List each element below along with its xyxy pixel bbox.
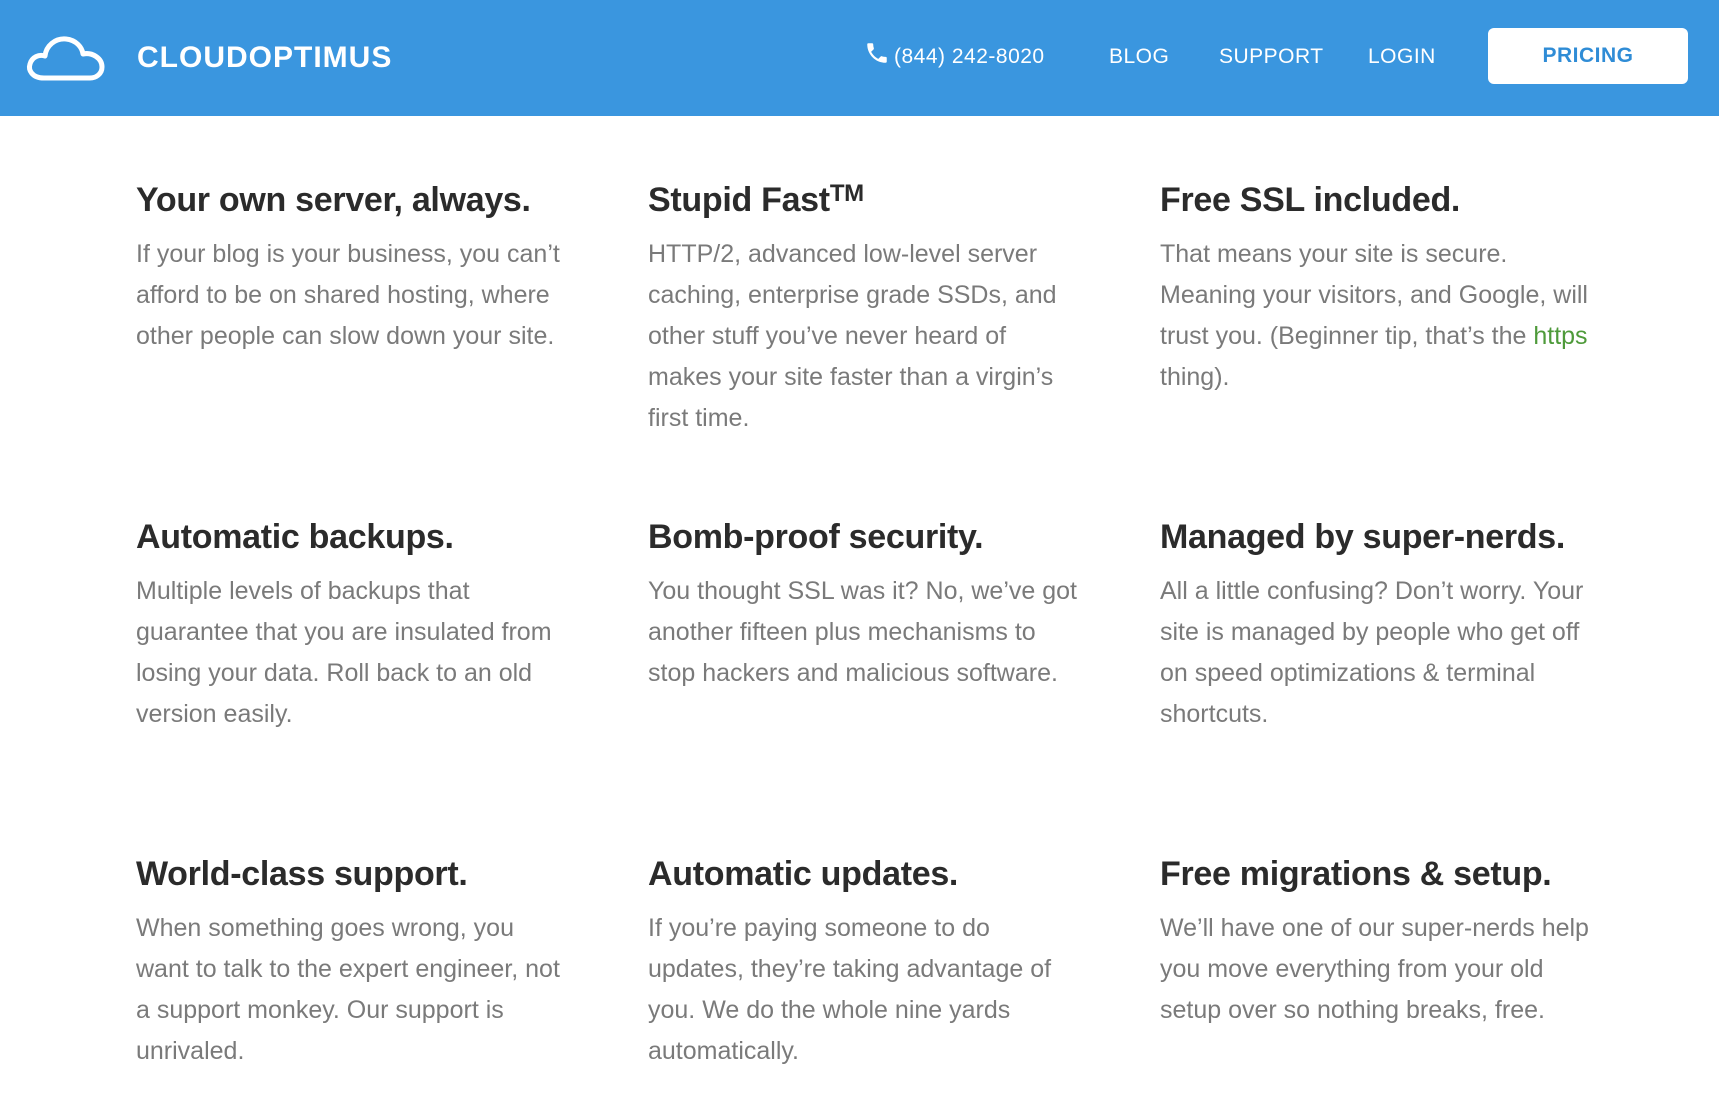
feature-title: Your own server, always. — [136, 181, 531, 219]
brand-name[interactable]: CLOUDOPTIMUS — [137, 38, 392, 78]
feature-title: World-class support. — [136, 855, 468, 893]
feature-free-migrations: Free migrations & setup. We’ll have one … — [1160, 852, 1590, 1031]
nav-support-link[interactable]: SUPPORT — [1219, 42, 1324, 72]
cloud-icon[interactable] — [24, 30, 108, 86]
feature-title: Bomb-proof security. — [648, 518, 984, 556]
feature-own-server: Your own server, always. If your blog is… — [136, 178, 566, 357]
feature-stupid-fast: Stupid FastTM HTTP/2, advanced low-level… — [648, 178, 1078, 439]
feature-title: Free SSL included. — [1160, 181, 1461, 219]
feature-title: Stupid FastTM — [648, 178, 1078, 222]
https-link[interactable]: https — [1533, 322, 1587, 350]
feature-world-class-support: World-class support. When something goes… — [136, 852, 566, 1072]
feature-description: If your blog is your business, you can’t… — [136, 240, 560, 350]
feature-description: All a little confusing? Don’t worry. You… — [1160, 577, 1584, 728]
feature-description-text: thing). — [1160, 363, 1230, 391]
feature-description: If you’re paying someone to do updates, … — [648, 914, 1052, 1065]
feature-description: HTTP/2, advanced low-level server cachin… — [648, 240, 1057, 432]
feature-title: Managed by super-nerds. — [1160, 518, 1565, 556]
feature-title-text: Stupid Fast — [648, 181, 830, 219]
phone-icon — [867, 43, 887, 63]
site-header: CLOUDOPTIMUS (844) 242-8020 BLOG SUPPORT… — [0, 0, 1719, 116]
feature-description: Multiple levels of backups that guarante… — [136, 577, 552, 728]
feature-bomb-proof-security: Bomb-proof security. You thought SSL was… — [648, 515, 1078, 694]
feature-description: We’ll have one of our super-nerds help y… — [1160, 914, 1589, 1024]
feature-automatic-backups: Automatic backups. Multiple levels of ba… — [136, 515, 566, 735]
feature-automatic-updates: Automatic updates. If you’re paying some… — [648, 852, 1078, 1072]
feature-title: Free migrations & setup. — [1160, 855, 1552, 893]
nav-login-link[interactable]: LOGIN — [1368, 42, 1436, 72]
phone-number-link[interactable]: (844) 242-8020 — [894, 42, 1045, 72]
feature-title: Automatic updates. — [648, 855, 959, 893]
feature-managed-by-super-nerds: Managed by super-nerds. All a little con… — [1160, 515, 1590, 735]
feature-description-text: That means your site is secure. Meaning … — [1160, 240, 1588, 350]
nav-blog-link[interactable]: BLOG — [1109, 42, 1169, 72]
feature-free-ssl: Free SSL included. That means your site … — [1160, 178, 1590, 398]
trademark-superscript: TM — [829, 180, 864, 207]
pricing-button[interactable]: PRICING — [1488, 28, 1688, 84]
feature-description: When something goes wrong, you want to t… — [136, 914, 560, 1065]
feature-description: You thought SSL was it? No, we’ve got an… — [648, 577, 1077, 687]
feature-title: Automatic backups. — [136, 518, 454, 556]
feature-description: That means your site is secure. Meaning … — [1160, 234, 1590, 398]
